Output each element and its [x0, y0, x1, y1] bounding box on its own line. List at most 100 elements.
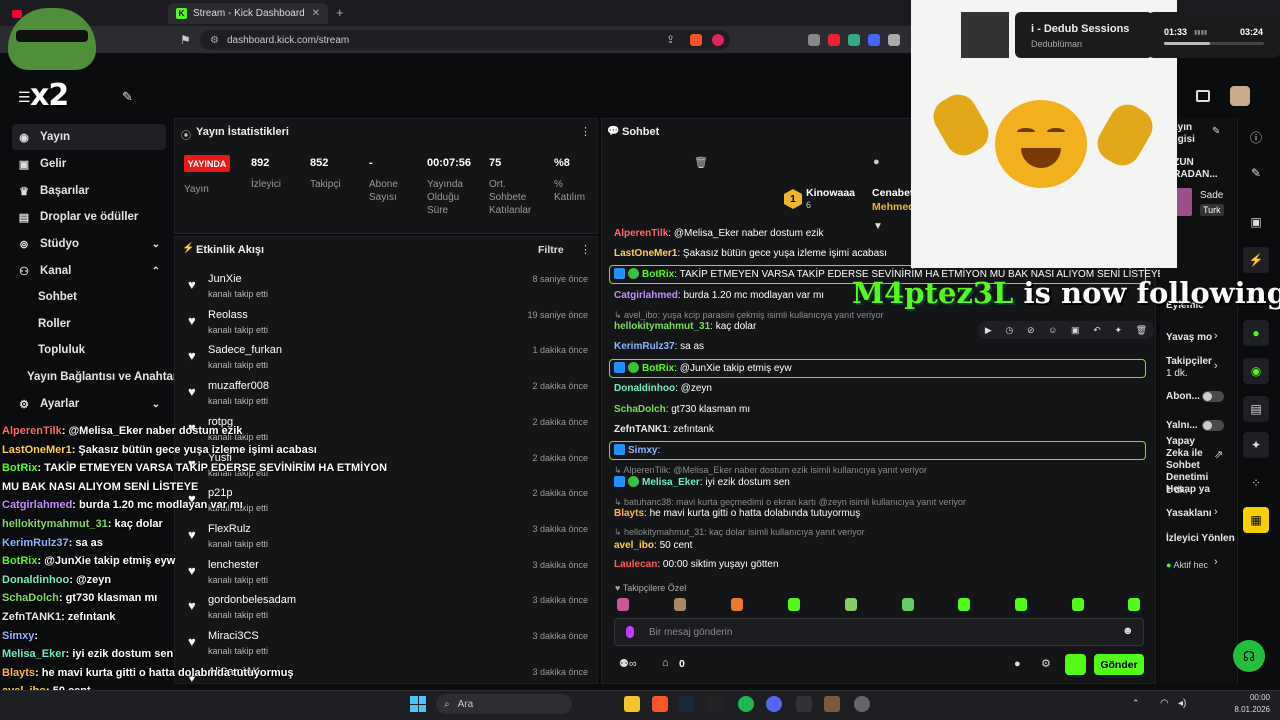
emote-icon[interactable] — [845, 598, 857, 611]
chat-message[interactable]: Melisa_Eker: iyi ezik dostum sen — [614, 476, 790, 488]
chat-message[interactable]: LastOneMer1: Şakasız bütün gece yuşa izl… — [614, 248, 887, 259]
wrench-icon[interactable]: ✦ — [1243, 432, 1269, 458]
taskbar-search[interactable]: ⌕ Ara — [436, 694, 572, 714]
brave-icon[interactable] — [652, 696, 668, 712]
spotify-icon[interactable] — [738, 696, 754, 712]
event-user-name[interactable]: lenchester — [208, 559, 259, 571]
emote-icon[interactable] — [1128, 598, 1140, 611]
event-row[interactable]: ♥ gordonbelesadam kanalı takip etti 3 dakik… — [186, 592, 590, 626]
chat-bubble-icon[interactable]: ● — [1014, 658, 1021, 670]
pin-icon[interactable]: ✦ — [1114, 325, 1122, 336]
chat-username[interactable]: BotRix — [642, 363, 674, 374]
chat-message[interactable]: AlperenTilk: @Melisa_Eker naber dostum e… — [614, 228, 824, 239]
nav-item-revenue[interactable]: ▣ Gelir — [12, 151, 166, 177]
nav-item-studio[interactable]: ⊚ Stüdyo ⌄ — [12, 231, 166, 257]
clock-icon[interactable]: ◷ — [1005, 325, 1013, 336]
emote-icon[interactable] — [617, 598, 629, 611]
browser-tab-kick[interactable]: K Stream - Kick Dashboard ✕ — [168, 3, 328, 24]
nav-item-settings[interactable]: ⚙ Ayarlar ⌄ — [12, 391, 166, 417]
extension-icon[interactable] — [888, 34, 900, 46]
brave-rewards-icon[interactable] — [712, 34, 724, 46]
volume-icon[interactable]: ◂) — [1178, 698, 1186, 709]
emoji-icon[interactable]: ☺ — [1048, 325, 1057, 335]
event-row[interactable]: ♥ Sadece_furkan kanalı takip etti 1 dakika … — [186, 342, 590, 376]
broadcast-icon[interactable]: ◉ — [1243, 358, 1269, 384]
menu-icon[interactable]: ☰ — [18, 89, 31, 106]
chat-message[interactable]: KerimRulz37: sa as — [614, 341, 704, 352]
chat-icon[interactable]: ● — [1243, 320, 1269, 346]
apps-icon[interactable]: ⁘ — [1243, 470, 1269, 496]
chat-message[interactable]: SchaDolch: gt730 klasman mı — [614, 404, 750, 415]
chat-username[interactable]: Donaldinhoo — [614, 383, 675, 394]
collapse-icon[interactable]: ▼ — [873, 221, 883, 232]
emoji-picker-icon[interactable]: ☻ — [1122, 625, 1134, 637]
file-explorer-icon[interactable] — [624, 696, 640, 712]
chevron-right-icon[interactable]: › — [1214, 360, 1218, 372]
event-user-name[interactable]: JunXie — [208, 273, 242, 285]
copy-icon[interactable]: ▣ — [1071, 325, 1080, 336]
event-user-name[interactable]: Miraci3CS — [208, 630, 259, 642]
chat-bubble-icon[interactable]: ● — [873, 156, 880, 168]
trash-icon[interactable]: 🗑 — [694, 156, 708, 169]
emote-icon[interactable] — [1015, 598, 1027, 611]
site-info-icon[interactable]: ⚙ — [210, 35, 219, 46]
screen-icon[interactable]: ▣ — [1243, 209, 1269, 235]
bookmark-icon[interactable]: ⚑ — [180, 33, 191, 47]
undo-icon[interactable]: ↶ — [1093, 325, 1101, 336]
chat-username[interactable]: Catgirlahmed — [614, 290, 678, 301]
nav-sub-roles[interactable]: Roller — [38, 318, 71, 330]
play-icon[interactable]: ▶ — [985, 325, 992, 336]
chat-message[interactable]: ZefnTANK1: zefıntank — [614, 424, 714, 435]
nav-item-channel[interactable]: ⚇ Kanal ⌃ — [12, 258, 166, 284]
top-viewer-name[interactable]: Mehmed — [872, 201, 915, 213]
event-row[interactable]: ♥ p21p kanalı takip etti 2 dakika önce — [186, 485, 590, 519]
edit-icon[interactable]: ✎ — [1212, 126, 1220, 137]
nav-sub-stream-key[interactable]: Yayın Bağlantısı ve Anahtarı — [27, 371, 181, 383]
nav-sub-community[interactable]: Topluluk — [38, 344, 85, 356]
nav-sub-chat[interactable]: Sohbet — [38, 291, 77, 303]
event-user-name[interactable]: FlexRulz — [208, 523, 251, 535]
wifi-icon[interactable]: ◠ — [1160, 698, 1169, 709]
event-row[interactable]: ♥ JunXie kanalı takip etti 8 saniye önce — [186, 271, 590, 305]
slow-mode-label[interactable]: Yavaş mo — [1166, 332, 1212, 344]
chat-message[interactable]: BotRix: @JunXie takip etmiş eyw — [614, 362, 792, 374]
extension-icon[interactable] — [848, 34, 860, 46]
chevron-right-icon[interactable]: › — [1214, 556, 1218, 568]
windows-start-icon[interactable] — [410, 696, 426, 712]
info-icon[interactable]: ⓘ — [1243, 124, 1269, 150]
delete-icon[interactable]: 🗑 — [1136, 325, 1147, 336]
more-options-icon[interactable]: ⋮ — [580, 243, 591, 256]
extension-icon[interactable] — [828, 34, 840, 46]
mic-icon[interactable] — [626, 626, 634, 638]
nav-item-drops[interactable]: ▤ Droplar ve ödüller — [12, 204, 166, 230]
slash-icon[interactable]: ⊘ — [1027, 325, 1035, 336]
chat-username[interactable]: Blayts — [614, 508, 644, 519]
new-tab-icon[interactable]: + — [336, 5, 344, 20]
chat-username[interactable]: AlperenTilk — [614, 228, 668, 239]
share-icon[interactable]: ⇪ — [666, 33, 675, 46]
screen-icon[interactable] — [1196, 90, 1210, 102]
discord-icon[interactable] — [766, 696, 782, 712]
nav-item-stream[interactable]: ◉ Yayın — [12, 124, 166, 150]
bans-label[interactable]: Yasaklanı — [1166, 508, 1212, 520]
event-user-name[interactable]: gordonbelesadam — [208, 594, 296, 606]
viewer-redirect-label[interactable]: İzleyici Yönlen — [1166, 533, 1235, 545]
chat-username[interactable]: ZefnTANK1 — [614, 424, 668, 435]
event-user-name[interactable]: p21p — [208, 487, 232, 499]
chat-username[interactable]: Melisa_Eker — [642, 477, 700, 488]
event-row[interactable]: ♥ lenchester kanalı takip etti 3 dakika önc… — [186, 557, 590, 591]
chat-input[interactable]: Bir mesaj gönderin ☻ — [614, 618, 1144, 646]
top-viewer-name[interactable]: Cenabet — [872, 187, 913, 199]
emote-icon[interactable] — [1072, 598, 1084, 611]
chat-username[interactable]: LastOneMer1 — [614, 248, 677, 259]
botrix-icon[interactable] — [1065, 654, 1086, 675]
filter-button[interactable]: Filtre — [538, 244, 564, 256]
help-button[interactable]: ☊ — [1233, 640, 1265, 672]
chat-message[interactable]: Catgirlahmed: burda 1.20 mc modlayan var… — [614, 290, 824, 301]
emote-icon[interactable] — [731, 598, 743, 611]
chat-username[interactable]: BotRix — [642, 269, 674, 280]
chevron-up-icon[interactable]: ⌃ — [1132, 698, 1140, 709]
chat-username[interactable]: Simxy — [628, 445, 657, 456]
steam-icon[interactable] — [678, 696, 694, 712]
emotes-only-toggle[interactable] — [1202, 420, 1224, 431]
